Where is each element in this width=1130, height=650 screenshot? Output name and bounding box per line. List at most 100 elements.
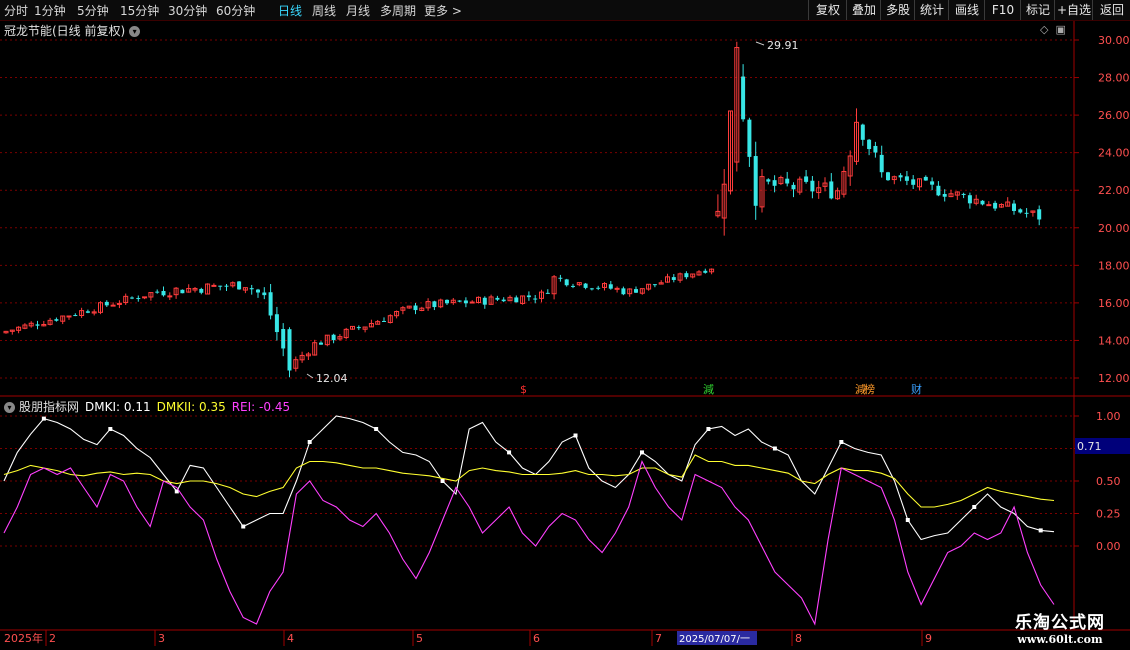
candle-body xyxy=(375,321,381,325)
draw-line-button[interactable]: 画线 xyxy=(948,0,985,20)
indicator-axis-labels: 1.00 0.75 0.50 0.25 0.00 xyxy=(1074,410,1121,553)
candle-body xyxy=(16,326,22,331)
candle-body xyxy=(967,195,972,204)
candle-body xyxy=(533,298,538,300)
candle-body xyxy=(998,204,1004,208)
f10-button[interactable]: F10 xyxy=(984,0,1021,20)
candle-body xyxy=(526,295,531,298)
indicator-tick-label: 0.25 xyxy=(1096,508,1121,521)
event-marker-reduce-2: 減 xyxy=(855,382,866,396)
candle-body xyxy=(791,184,796,190)
indicator-lines xyxy=(3,415,1055,626)
candle-body xyxy=(973,198,979,204)
candle-body xyxy=(47,319,53,325)
candle-body xyxy=(192,287,198,291)
price-tick-label: 22.00 xyxy=(1098,184,1130,197)
candle-body xyxy=(218,285,223,287)
candle-body xyxy=(873,145,878,153)
chart-title: 冠龙节能(日线 前复权) ▾ xyxy=(4,22,141,39)
period-tab-fenshi[interactable]: 分时 xyxy=(4,2,28,19)
time-label-year: 2025年 xyxy=(4,631,43,645)
candle-body xyxy=(804,176,809,182)
overlay-button[interactable]: 叠加 xyxy=(846,0,881,20)
dmki-marker xyxy=(639,450,644,455)
period-tab-daily[interactable]: 日线 xyxy=(278,2,302,19)
dmki-marker xyxy=(440,479,445,483)
candle-body xyxy=(886,172,890,181)
candle-body xyxy=(797,178,803,193)
multi-stock-button[interactable]: 多股 xyxy=(880,0,915,20)
candle-body xyxy=(867,139,872,150)
candle-body xyxy=(741,76,746,120)
period-tab-more[interactable]: 更多 > xyxy=(424,2,462,19)
candle-body xyxy=(551,276,557,295)
candle-body xyxy=(961,193,966,195)
price-tick-label: 14.00 xyxy=(1098,334,1130,347)
back-button[interactable]: 返回 xyxy=(1092,0,1130,20)
candle-body xyxy=(1005,201,1011,207)
candle-body xyxy=(772,180,777,186)
candle-body xyxy=(224,285,229,287)
candle-body xyxy=(829,181,834,199)
candle-body xyxy=(634,289,638,293)
mark-button[interactable]: 标记 xyxy=(1020,0,1055,20)
candle-body xyxy=(614,287,620,290)
kline-chart[interactable]: 30.0028.0026.0024.0022.0020.0018.0016.00… xyxy=(0,0,1130,650)
indicator-name: 股朋指标网 xyxy=(19,400,80,414)
candle-body xyxy=(596,287,601,289)
candle-body xyxy=(142,296,148,299)
candle-body xyxy=(85,311,90,313)
candle-body xyxy=(110,304,116,307)
diamond-icon[interactable]: ◇ xyxy=(1040,23,1048,36)
period-tab-15min[interactable]: 15分钟 xyxy=(120,2,159,19)
candle-body xyxy=(936,185,941,196)
period-tab-monthly[interactable]: 月线 xyxy=(346,2,370,19)
chevron-down-icon[interactable]: ▾ xyxy=(129,26,141,37)
candle-body xyxy=(476,296,481,303)
dmki-value: DMKI: 0.11 xyxy=(85,400,151,414)
indicator-tick-label: 0.75 xyxy=(1096,443,1121,456)
candle-body xyxy=(589,288,594,290)
chevron-down-icon[interactable]: ▾ xyxy=(4,402,15,413)
candle-body xyxy=(242,287,248,291)
period-tab-1min[interactable]: 1分钟 xyxy=(34,2,66,19)
period-tab-weekly[interactable]: 周线 xyxy=(312,2,336,19)
candle-body xyxy=(60,315,66,322)
period-tab-30min[interactable]: 30分钟 xyxy=(168,2,207,19)
indicator-tick-label: 1.00 xyxy=(1096,410,1121,423)
candle-body xyxy=(721,183,727,219)
time-label-mar: 3 xyxy=(158,632,165,645)
period-tab-5min[interactable]: 5分钟 xyxy=(77,2,109,19)
candle-body xyxy=(766,179,771,182)
window-icon[interactable]: ▣ xyxy=(1055,23,1065,36)
candle-body xyxy=(948,193,954,198)
period-tab-multi[interactable]: 多周期 xyxy=(380,2,416,19)
statistics-button[interactable]: 统计 xyxy=(914,0,949,20)
candle-body xyxy=(696,271,702,276)
candle-body xyxy=(281,329,286,349)
candle-body xyxy=(312,342,318,356)
watermark-title: 乐淘公式网 xyxy=(1015,613,1105,633)
candle-body xyxy=(350,325,355,330)
candle-body xyxy=(463,300,468,304)
candle-body xyxy=(319,342,323,345)
candlestick-series xyxy=(3,41,1042,378)
candle-body xyxy=(816,187,822,194)
dmki-marker xyxy=(905,518,910,522)
period-tab-60min[interactable]: 60分钟 xyxy=(216,2,255,19)
add-watchlist-button[interactable]: +自选 xyxy=(1054,0,1093,20)
cursor-date-box xyxy=(677,631,757,645)
candle-body xyxy=(759,176,765,208)
candle-body xyxy=(368,322,374,328)
time-label-jun: 6 xyxy=(533,632,540,645)
fuquan-button[interactable]: 复权 xyxy=(808,0,847,20)
indicator-tick-label: 0.50 xyxy=(1096,475,1121,488)
candle-body xyxy=(501,299,506,302)
candle-body xyxy=(917,178,922,188)
candle-body xyxy=(324,334,330,346)
candle-body xyxy=(432,301,437,308)
candle-body xyxy=(66,315,72,318)
candle-body xyxy=(942,194,947,197)
candle-body xyxy=(356,327,361,329)
dmki-marker xyxy=(108,427,113,431)
